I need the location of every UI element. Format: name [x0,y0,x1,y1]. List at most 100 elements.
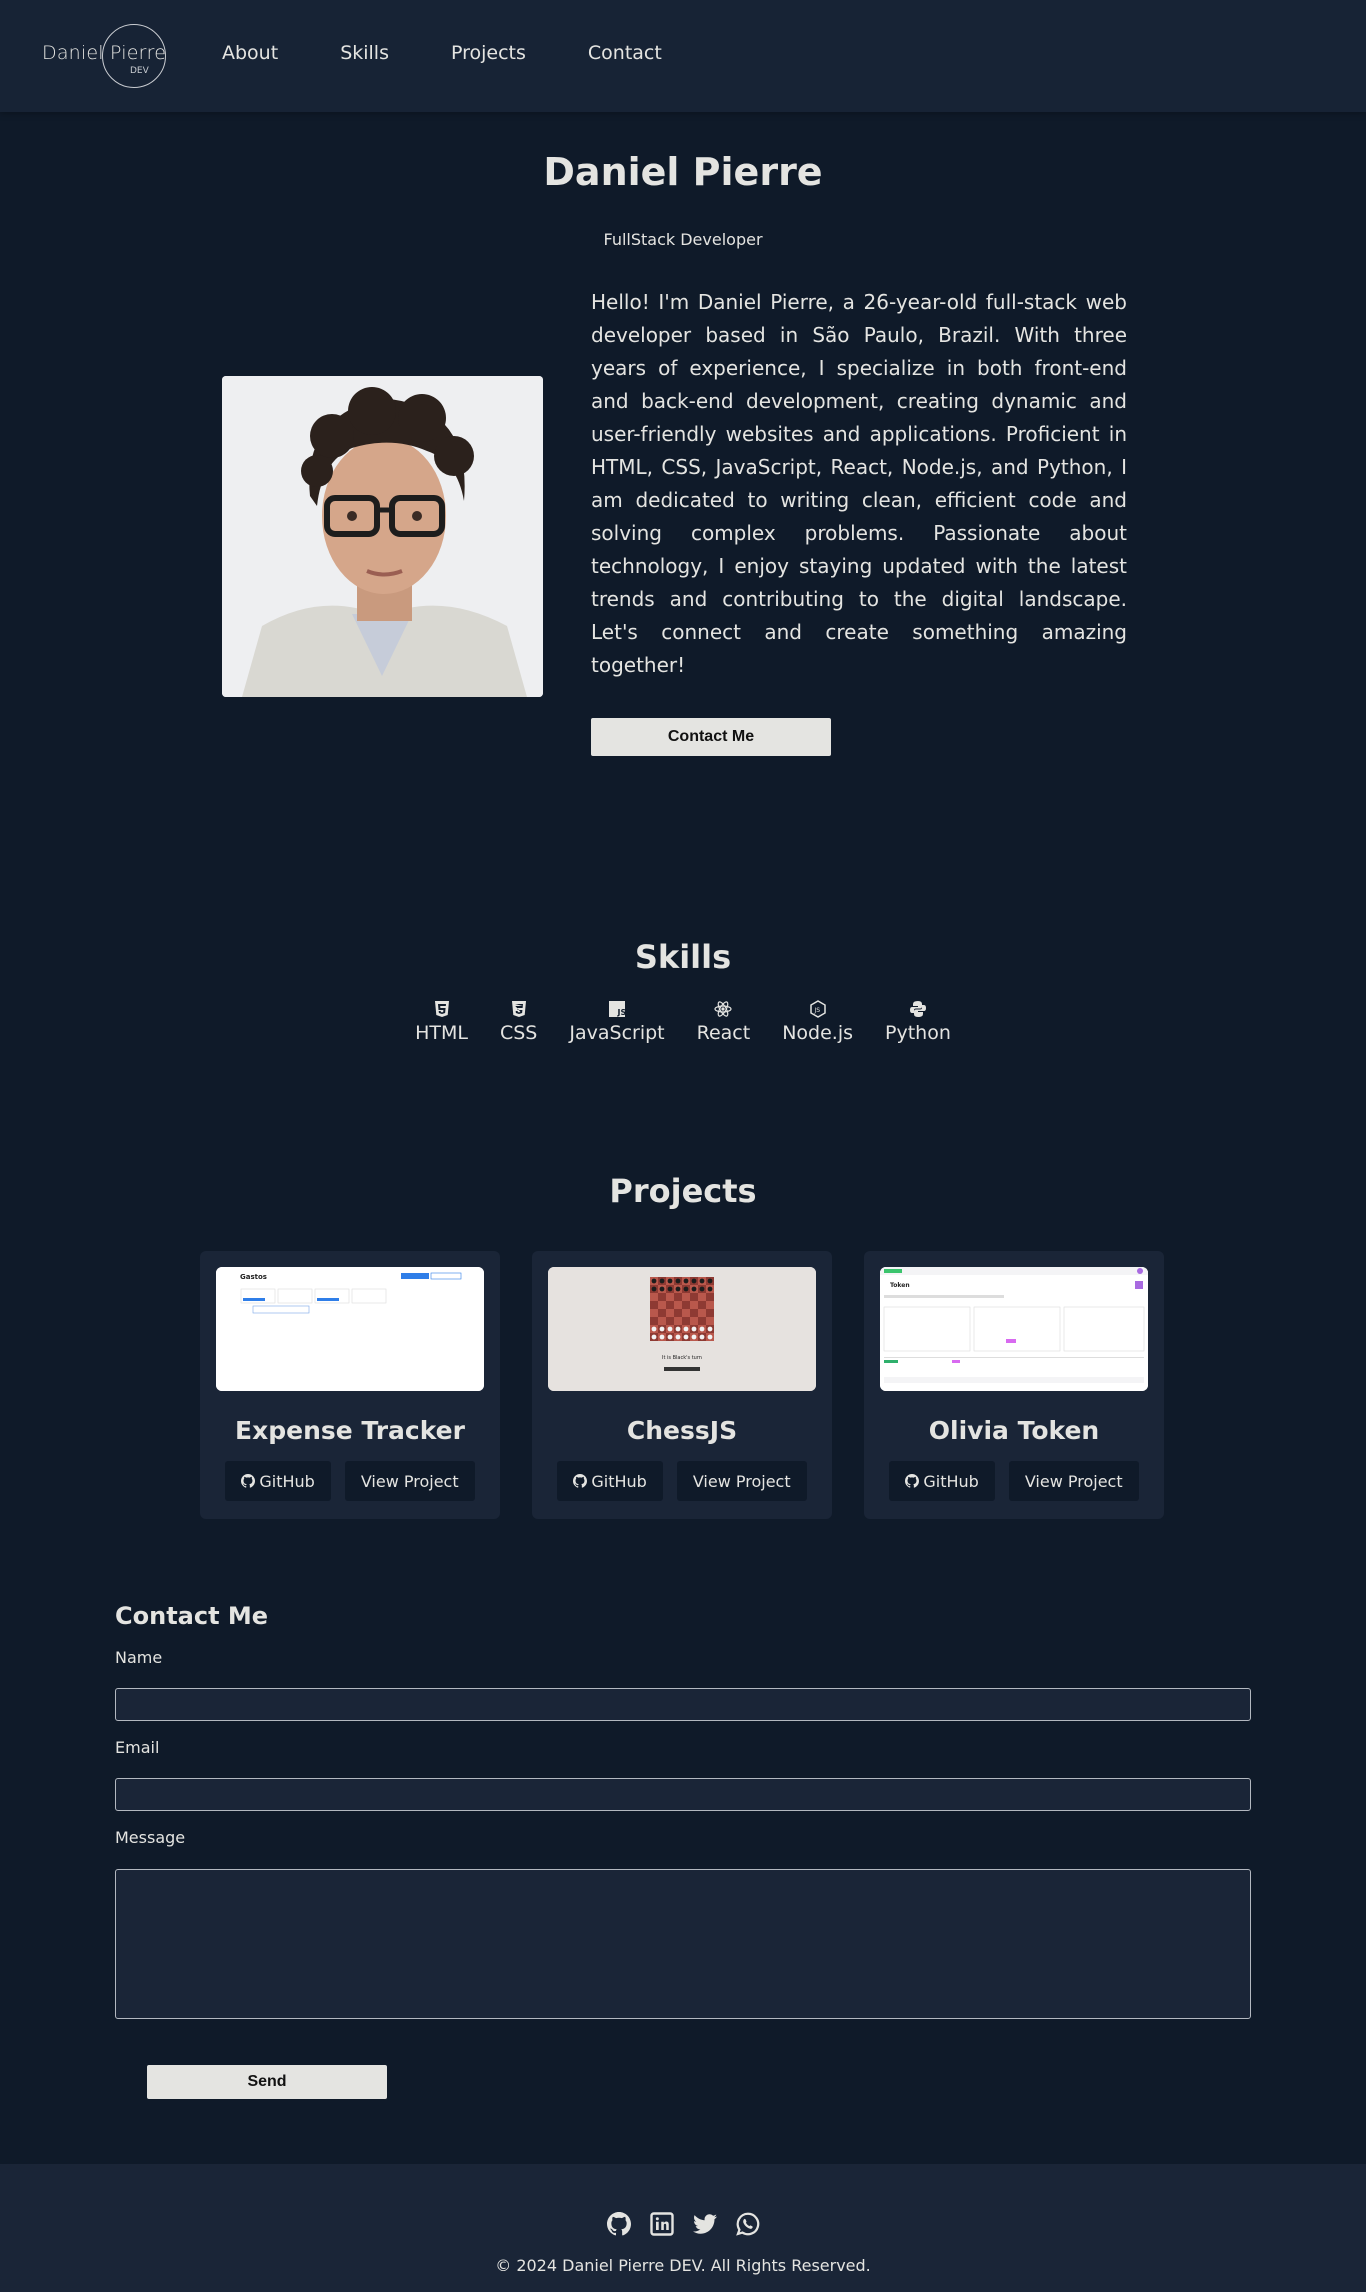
thumb-text: Gastos [240,1273,267,1281]
chess-square [674,1309,682,1317]
chess-square [658,1301,666,1309]
chess-square [682,1309,690,1317]
skill-label: HTML [415,1022,468,1044]
chess-piece [707,1278,713,1284]
contact-me-button[interactable]: Contact Me [591,718,831,756]
chess-square [682,1293,690,1301]
project-actions: GitHub View Project [200,1461,500,1501]
linkedin-icon[interactable] [649,2212,674,2236]
github-button[interactable]: GitHub [225,1461,331,1501]
message-label: Message [115,1828,186,1847]
chess-square [698,1309,706,1317]
nav-projects[interactable]: Projects [451,42,526,64]
chess-piece [675,1326,681,1332]
svg-text:JS: JS [813,1007,820,1014]
chess-square [706,1293,714,1301]
view-project-button[interactable]: View Project [1008,1461,1139,1501]
skill-javascript: JS JavaScript [569,1000,665,1044]
copyright-text: © 2024 Daniel Pierre DEV. All Rights Res… [495,2256,871,2275]
name-input[interactable] [115,1688,1251,1721]
chess-square [706,1309,714,1317]
nav-skills[interactable]: Skills [340,42,389,64]
chess-piece [683,1278,689,1284]
contact-title: Contact Me [115,1602,269,1630]
nodejs-icon: JS [809,1000,826,1018]
chess-piece [699,1334,705,1340]
chess-square [650,1293,658,1301]
github-icon[interactable] [606,2212,631,2236]
skill-label: React [696,1022,751,1044]
chess-piece [675,1278,681,1284]
skill-label: Python [885,1022,951,1044]
profile-photo [222,376,543,697]
chess-square [706,1301,714,1309]
project-title: Olivia Token [928,1416,1100,1445]
logo[interactable]: Daniel Pierre DEV [40,22,172,90]
project-thumbnail[interactable]: Token [880,1267,1148,1391]
chess-piece [659,1326,665,1332]
project-title: ChessJS [626,1416,738,1445]
chess-square [666,1317,674,1325]
skill-python: Python [885,1000,951,1044]
chess-piece [651,1334,657,1340]
chess-piece [675,1286,681,1292]
skills-title: Skills [634,938,732,976]
chess-piece [667,1326,673,1332]
chess-square [698,1301,706,1309]
message-textarea[interactable] [115,1869,1251,2019]
chess-piece [691,1334,697,1340]
github-label: GitHub [591,1471,647,1491]
chess-piece [667,1278,673,1284]
view-project-button[interactable]: View Project [676,1461,807,1501]
chess-square [698,1293,706,1301]
chess-piece [707,1334,713,1340]
nav-contact[interactable]: Contact [588,42,662,64]
project-card-chessjs: It is Black's turn ChessJS GitHub View P… [532,1251,832,1519]
project-thumbnail[interactable]: Gastos [216,1267,484,1391]
email-input[interactable] [115,1778,1251,1811]
chess-piece [699,1278,705,1284]
nav-about[interactable]: About [222,42,278,64]
send-button[interactable]: Send [147,2065,387,2099]
svg-text:JS: JS [617,1008,627,1017]
chess-piece [659,1334,665,1340]
github-button[interactable]: GitHub [889,1461,995,1501]
chess-piece [683,1334,689,1340]
chess-square [658,1309,666,1317]
chess-piece [699,1326,705,1332]
chess-square [666,1301,674,1309]
chess-piece [667,1334,673,1340]
github-label: GitHub [923,1471,979,1491]
twitter-icon[interactable] [692,2212,717,2236]
github-icon [905,1474,920,1488]
css3-icon [511,1001,526,1017]
skill-css: CSS [500,1000,537,1044]
view-project-button[interactable]: View Project [344,1461,475,1501]
chess-piece [683,1286,689,1292]
chess-square [674,1317,682,1325]
chess-square [690,1293,698,1301]
chess-square [650,1317,658,1325]
chess-square [674,1301,682,1309]
bio-text: Hello! I'm Daniel Pierre, a 26-year-old … [591,290,1127,677]
whatsapp-icon[interactable] [735,2212,760,2236]
skill-html: HTML [415,1000,468,1044]
github-icon [573,1474,588,1488]
chess-square [650,1309,658,1317]
chess-piece [691,1326,697,1332]
skill-label: CSS [499,1022,538,1044]
projects-list: Gastos Expense Tracker GitHub View Proje… [200,1251,1164,1519]
social-links [0,2212,1366,2236]
chess-square [682,1301,690,1309]
project-actions: GitHub View Project [864,1461,1164,1501]
main-nav: About Skills Projects Contact [222,42,662,64]
site-header: Daniel Pierre DEV About Skills Projects … [0,0,1366,112]
react-icon [714,1001,733,1017]
project-card-olivia-token: Token Olivia Token GitHub View Project [864,1251,1164,1519]
logo-sub: DEV [130,66,149,76]
chess-piece [691,1278,697,1284]
github-button[interactable]: GitHub [557,1461,663,1501]
project-thumbnail[interactable]: It is Black's turn [548,1267,816,1391]
chess-square [650,1301,658,1309]
skill-nodejs: JS Node.js [782,1000,853,1044]
